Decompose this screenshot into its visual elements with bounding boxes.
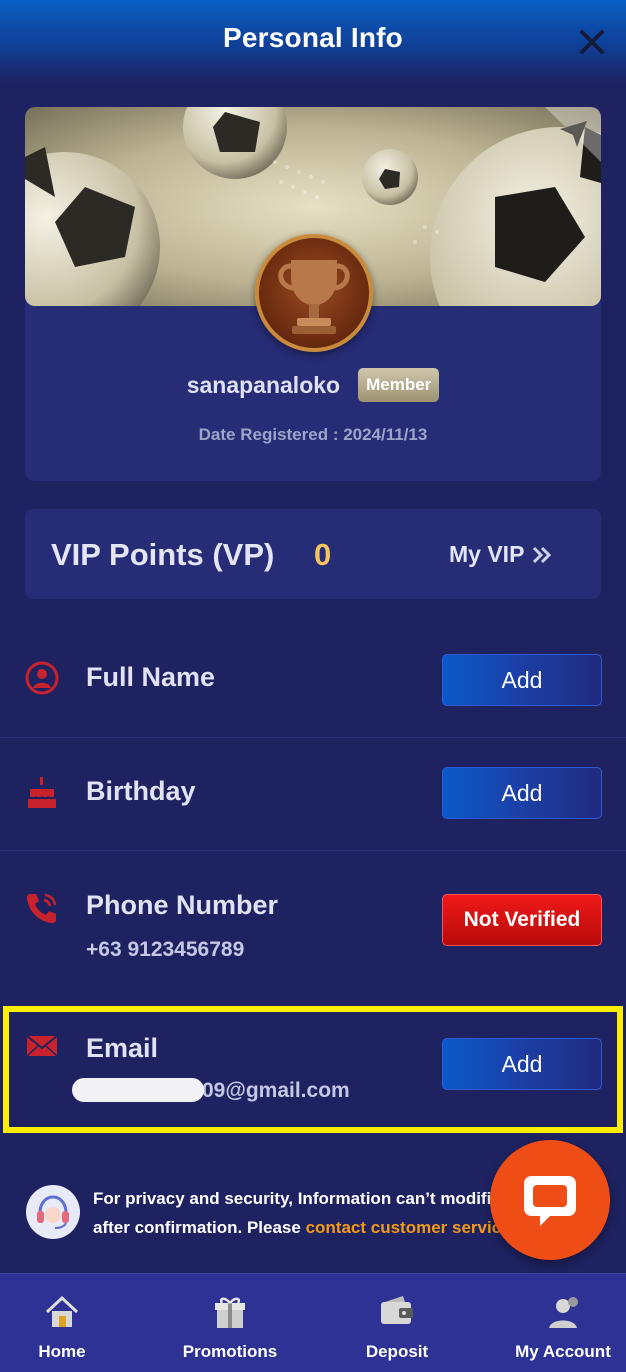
account-icon (549, 1297, 578, 1328)
phone-row: Phone Number +63 9123456789 Not Verified (0, 878, 626, 978)
phone-icon (27, 893, 57, 923)
live-chat-button[interactable] (490, 1140, 610, 1260)
date-registered: Date Registered : 2024/11/13 (198, 425, 428, 444)
username: sanapanaloko (186, 371, 341, 398)
page-title: Personal Info (223, 22, 403, 53)
double-chevron-right-icon (533, 546, 552, 563)
home-icon (45, 1295, 79, 1327)
birthday-label: Birthday (86, 776, 196, 806)
nav-promotions[interactable]: Promotions (180, 1274, 280, 1372)
my-vip-label: My VIP (449, 541, 525, 567)
notice-line-2: after confirmation. Please (93, 1218, 306, 1237)
notice-line-1: For privacy and security, Information ca… (93, 1189, 512, 1208)
nav-home[interactable]: Home (32, 1274, 92, 1372)
phone-not-verified-button[interactable]: Not Verified (442, 894, 602, 946)
nav-my-account-label: My Account (515, 1342, 611, 1361)
my-vip-link[interactable]: My VIP (449, 541, 552, 568)
support-headset-icon (26, 1185, 80, 1239)
email-row: Email 09@gmail.com Add (0, 1020, 626, 1120)
email-add-button[interactable]: Add (442, 1038, 602, 1090)
member-badge: Member (358, 368, 440, 402)
user-icon (25, 661, 59, 695)
username-row: sanapanaloko Member (25, 365, 601, 405)
vip-points-label: VIP Points (VP) (51, 537, 275, 572)
close-icon (580, 30, 604, 54)
header-bar: Personal Info (0, 0, 626, 84)
profile-card: sanapanaloko Member Date Registered : 20… (25, 107, 601, 481)
phone-label: Phone Number (86, 890, 279, 920)
email-redaction-mask (72, 1078, 204, 1102)
vip-points-card: VIP Points (VP) 0 My VIP (25, 509, 601, 599)
email-label: Email (86, 1033, 159, 1063)
contact-customer-service-link[interactable]: contact customer service (306, 1218, 511, 1237)
birthday-row: Birthday Add (0, 765, 626, 825)
nav-promotions-label: Promotions (182, 1342, 278, 1361)
trophy-avatar-icon (255, 234, 373, 352)
phone-value: +63 9123456789 (86, 938, 245, 961)
full-name-add-button[interactable]: Add (442, 654, 602, 706)
wallet-icon (381, 1296, 413, 1324)
cake-icon (28, 777, 56, 808)
email-value: 09@gmail.com (202, 1079, 350, 1102)
gift-icon (215, 1297, 245, 1328)
envelope-icon (26, 1035, 58, 1057)
chat-bubble-icon (524, 1176, 576, 1226)
nav-home-label: Home (38, 1342, 86, 1361)
bottom-navigation: Home Promotions Deposit My Account (0, 1273, 626, 1372)
birthday-add-button[interactable]: Add (442, 767, 602, 819)
nav-deposit[interactable]: Deposit (360, 1274, 434, 1372)
full-name-row: Full Name Add (0, 652, 626, 712)
full-name-label: Full Name (86, 662, 216, 692)
nav-deposit-label: Deposit (365, 1342, 429, 1361)
nav-my-account[interactable]: My Account (510, 1274, 616, 1372)
vip-points-value: 0 (314, 537, 332, 572)
close-button[interactable] (574, 24, 610, 60)
divider (0, 737, 626, 738)
divider (0, 850, 626, 851)
